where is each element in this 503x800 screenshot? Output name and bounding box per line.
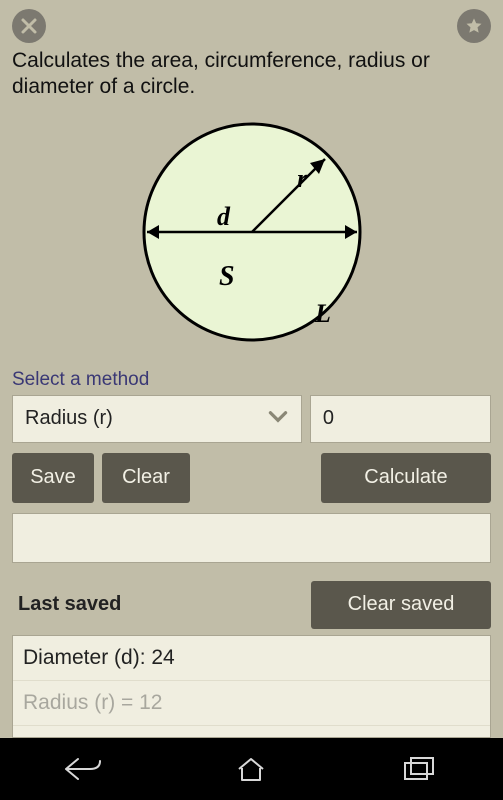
clear-button[interactable]: Clear xyxy=(102,453,190,503)
home-button[interactable] xyxy=(211,749,291,789)
close-button[interactable] xyxy=(12,9,46,43)
label-d: d xyxy=(217,202,231,231)
saved-list[interactable]: Diameter (d): 24 Radius (r) = 12 xyxy=(12,635,491,739)
label-s: S xyxy=(219,261,235,292)
saved-title: Last saved xyxy=(18,593,121,616)
app-screen: Calculates the area, circumference, radi… xyxy=(0,0,503,738)
diagram-container: d r S L xyxy=(12,117,491,347)
save-button[interactable]: Save xyxy=(12,453,94,503)
top-bar xyxy=(12,6,491,46)
value-input[interactable]: 0 xyxy=(310,395,491,443)
back-button[interactable] xyxy=(44,749,124,789)
favorite-button[interactable] xyxy=(457,9,491,43)
calculate-button[interactable]: Calculate xyxy=(321,453,491,503)
method-label: Select a method xyxy=(12,369,491,391)
home-icon xyxy=(233,755,269,783)
chevron-down-icon xyxy=(265,403,291,435)
star-icon xyxy=(464,16,484,36)
close-icon xyxy=(19,16,39,36)
clear-saved-button[interactable]: Clear saved xyxy=(311,581,491,629)
back-icon xyxy=(62,755,106,783)
method-row: Radius (r) 0 xyxy=(12,395,491,443)
action-row: Save Clear Calculate xyxy=(12,453,491,503)
android-navbar xyxy=(0,738,503,800)
label-l: L xyxy=(314,299,331,328)
saved-item[interactable]: Diameter (d): 24 xyxy=(13,636,490,681)
circle-diagram: d r S L xyxy=(137,117,367,347)
value-text: 0 xyxy=(323,407,334,430)
recent-icon xyxy=(402,756,436,782)
recent-button[interactable] xyxy=(379,749,459,789)
saved-item[interactable]: Radius (r) = 12 xyxy=(13,681,490,726)
method-selected-text: Radius (r) xyxy=(25,407,113,430)
saved-header: Last saved Clear saved xyxy=(12,581,491,629)
result-box xyxy=(12,513,491,563)
method-select[interactable]: Radius (r) xyxy=(12,395,302,443)
description-text: Calculates the area, circumference, radi… xyxy=(12,48,491,101)
label-r: r xyxy=(297,164,308,193)
